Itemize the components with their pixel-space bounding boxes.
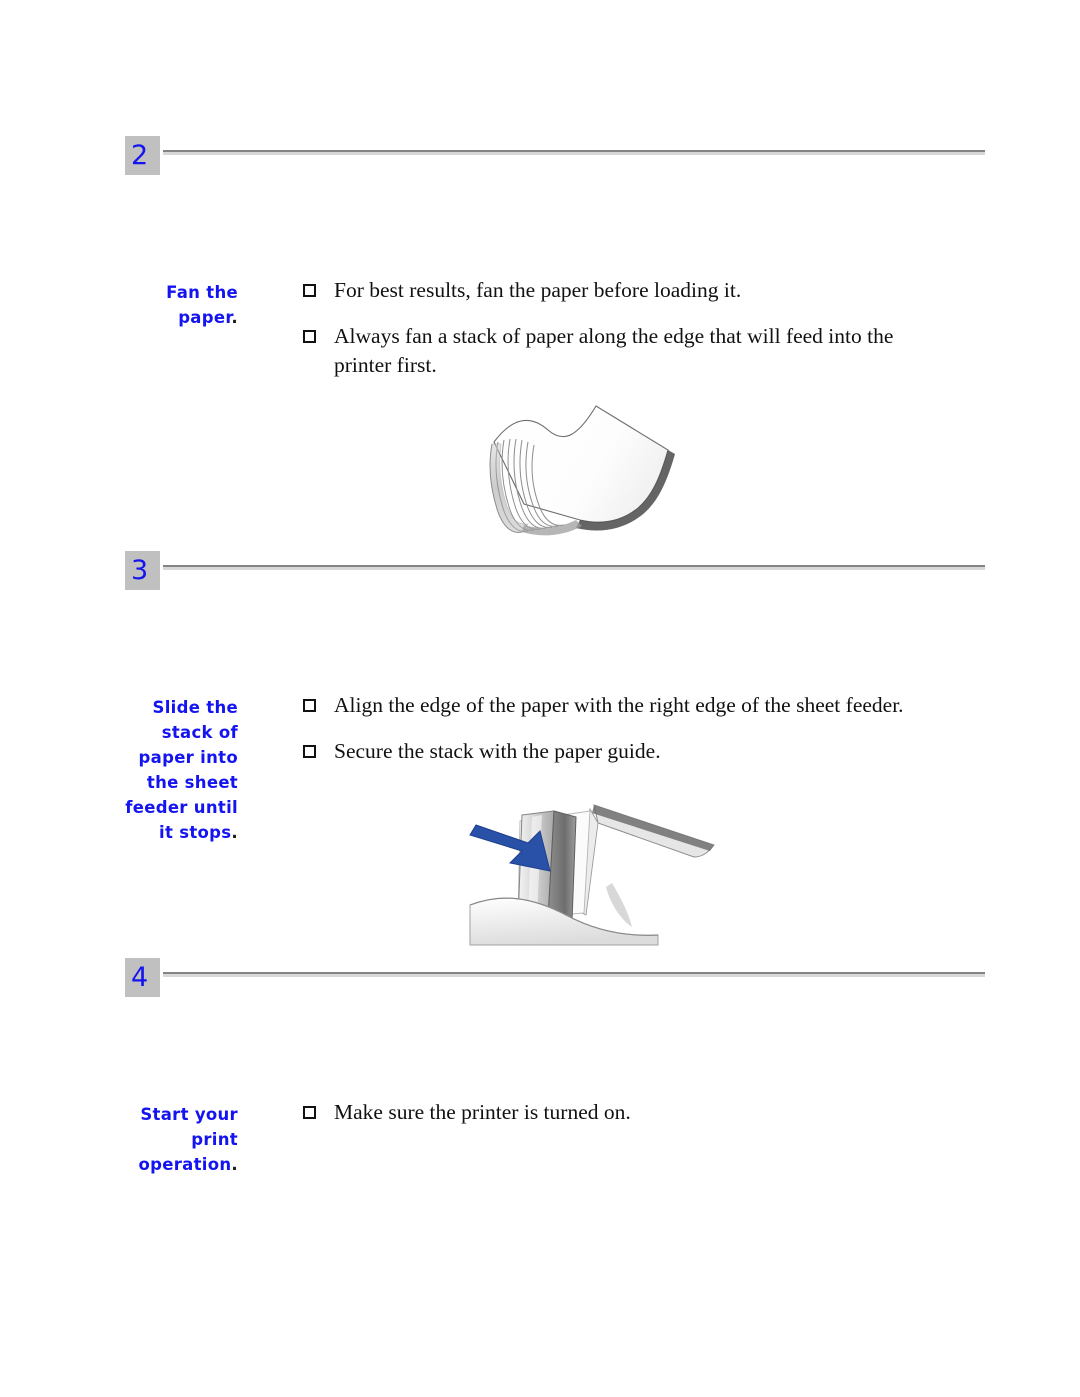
bullet-item: For best results, fan the paper before l… (303, 276, 943, 305)
label-period: . (231, 823, 238, 842)
step-label-3: Slide the stack of paper into the sheet … (110, 695, 238, 845)
bullet-text: Align the edge of the paper with the rig… (334, 693, 904, 717)
bullet-item: Align the edge of the paper with the rig… (303, 691, 943, 720)
label-period: . (231, 1155, 238, 1174)
step-block-4: 4 Start your print operation. Make sure … (0, 958, 1080, 1174)
step-label-line: it stops. (159, 823, 238, 842)
paper-top-edge (592, 805, 714, 851)
bullet-list-4: Make sure the printer is turned on. (303, 1098, 943, 1127)
step-label-line: print (191, 1130, 238, 1149)
step-label-line: feeder until (125, 798, 238, 817)
bullet-text: Secure the stack with the paper guide. (334, 739, 661, 763)
fanned-paper-stack-illustration (472, 392, 702, 547)
step-number-badge-2: 2 (125, 136, 160, 175)
empty-checkbox-square-icon (303, 745, 316, 758)
step-divider-rule-4 (163, 972, 985, 977)
step-label-4: Start your print operation. (110, 1102, 238, 1177)
bullet-text: Always fan a stack of paper along the ed… (334, 324, 894, 377)
step-label-line: paper. (178, 308, 238, 327)
sheet-feeder-illustration (462, 787, 722, 947)
label-period: . (231, 308, 238, 327)
empty-checkbox-square-icon (303, 1106, 316, 1119)
step-divider-rule-2 (163, 150, 985, 155)
step-block-3: 3 Slide the stack of paper into the shee… (0, 551, 1080, 946)
bullet-item: Always fan a stack of paper along the ed… (303, 322, 943, 380)
step-label-2: Fan the paper. (110, 280, 238, 330)
step-header-3: 3 (0, 551, 1080, 607)
step-label-line: stack of (161, 723, 238, 742)
step-number-badge-3: 3 (125, 551, 160, 590)
document-page: 2 Fan the paper. For best results, fan t… (0, 0, 1080, 1397)
step-label-line: Fan the (166, 283, 238, 302)
empty-checkbox-square-icon (303, 284, 316, 297)
step-header-2: 2 (0, 136, 1080, 192)
step-header-4: 4 (0, 958, 1080, 1014)
step-label-line: operation. (138, 1155, 238, 1174)
empty-checkbox-square-icon (303, 699, 316, 712)
stack-bottom-curl (522, 520, 582, 536)
step-block-2: 2 Fan the paper. For best results, fan t… (0, 136, 1080, 536)
bullet-list-2: For best results, fan the paper before l… (303, 276, 943, 380)
bullet-item: Make sure the printer is turned on. (303, 1098, 943, 1127)
bullet-text: Make sure the printer is turned on. (334, 1100, 631, 1124)
step-number-badge-4: 4 (125, 958, 160, 997)
step-label-line: Slide the (152, 698, 238, 717)
empty-checkbox-square-icon (303, 330, 316, 343)
bullet-list-3: Align the edge of the paper with the rig… (303, 691, 943, 766)
step-label-line: Start your (140, 1105, 238, 1124)
bullet-item: Secure the stack with the paper guide. (303, 737, 943, 766)
tray-shadow-detail (606, 883, 632, 927)
step-divider-rule-3 (163, 565, 985, 570)
bullet-text: For best results, fan the paper before l… (334, 278, 742, 302)
step-label-line: the sheet (146, 773, 238, 792)
step-label-line: paper into (138, 748, 238, 767)
